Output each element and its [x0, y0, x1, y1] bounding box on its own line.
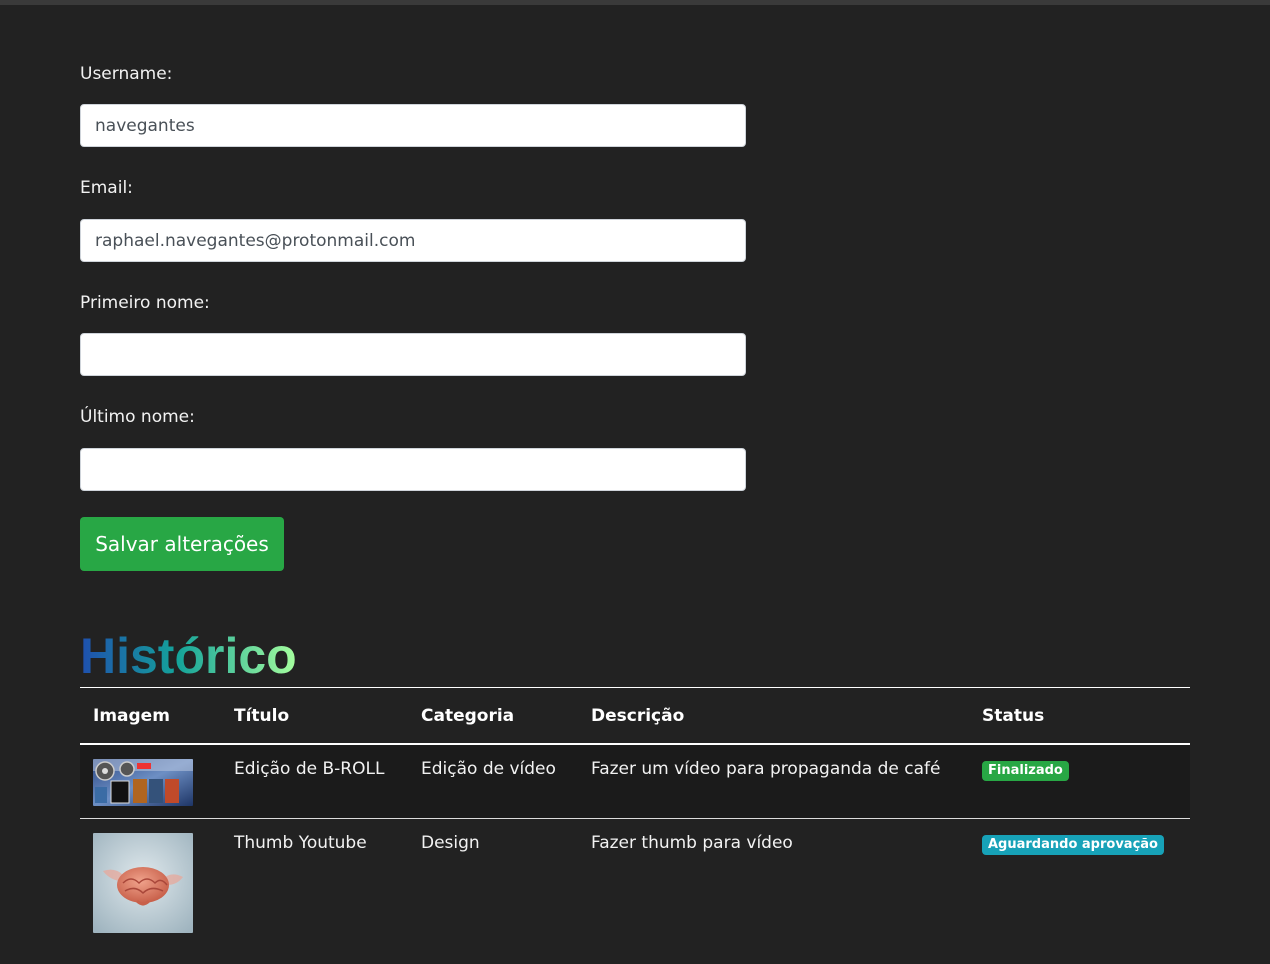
category-cell: Design: [421, 833, 480, 853]
status-badge: Finalizado: [982, 761, 1069, 781]
save-button[interactable]: Salvar alterações: [80, 517, 284, 571]
brain-thumbnail: [93, 833, 193, 933]
broll-thumbnail: [93, 759, 193, 806]
top-bar: [0, 0, 1270, 5]
table-row: Edição de B-ROLL Edição de vídeo Fazer u…: [80, 744, 1190, 819]
first-name-input[interactable]: [80, 333, 746, 376]
column-header-category: Categoria: [421, 705, 515, 726]
image-cell: [80, 744, 221, 819]
table-header-row: Imagem Título Categoria Descrição Status: [80, 687, 1190, 744]
email-input[interactable]: [80, 219, 746, 262]
column-header-title: Título: [234, 705, 290, 726]
column-header-description: Descrição: [591, 705, 685, 726]
description-cell: Fazer um vídeo para propaganda de café: [591, 759, 941, 779]
username-input[interactable]: [80, 104, 746, 147]
column-header-image: Imagem: [93, 705, 170, 726]
last-name-input[interactable]: [80, 448, 746, 491]
username-label: Username:: [80, 64, 173, 84]
title-cell: Thumb Youtube: [234, 833, 367, 853]
column-header-status: Status: [982, 705, 1045, 726]
table-row: Thumb Youtube Design Fazer thumb para ví…: [80, 819, 1190, 946]
status-badge: Aguardando aprovação: [982, 835, 1164, 855]
description-cell: Fazer thumb para vídeo: [591, 833, 793, 853]
history-title: Histórico: [80, 628, 297, 684]
title-cell: Edição de B-ROLL: [234, 759, 385, 779]
first-name-label: Primeiro nome:: [80, 293, 210, 313]
category-cell: Edição de vídeo: [421, 759, 556, 779]
status-cell: Finalizado: [969, 744, 1190, 819]
history-table: Imagem Título Categoria Descrição Status: [80, 687, 1190, 945]
image-cell: [80, 819, 221, 946]
email-label: Email:: [80, 178, 133, 198]
last-name-label: Último nome:: [80, 407, 195, 427]
status-cell: Aguardando aprovação: [969, 819, 1190, 946]
